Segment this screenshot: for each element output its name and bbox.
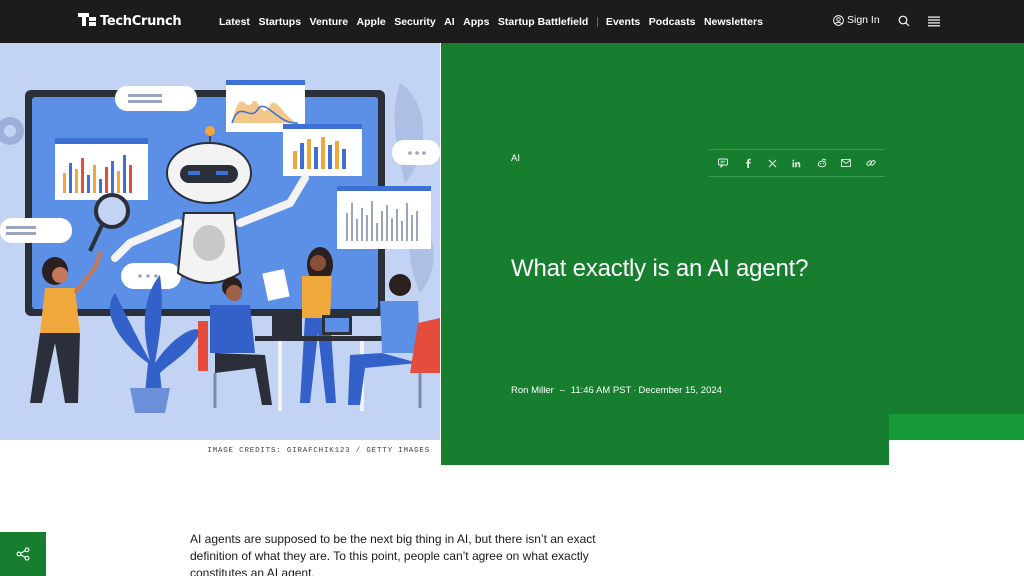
nav-podcasts[interactable]: Podcasts xyxy=(649,16,696,28)
nav-venture[interactable]: Venture xyxy=(310,16,349,28)
menu-icon[interactable] xyxy=(928,16,940,27)
logo-text: TechCrunch xyxy=(100,13,182,29)
nav-security[interactable]: Security xyxy=(394,16,435,28)
nav-latest[interactable]: Latest xyxy=(219,16,250,28)
hero-illustration xyxy=(0,43,440,440)
linkedin-icon[interactable] xyxy=(791,157,803,169)
article-header-panel: AI What exactly is an AI agent? Ron Mill… xyxy=(441,43,889,465)
nav-newsletters[interactable]: Newsletters xyxy=(704,16,763,28)
date-separator: · xyxy=(633,385,637,396)
nav-apps[interactable]: Apps xyxy=(463,16,489,28)
green-accent-strip xyxy=(889,414,1024,440)
floating-share-button[interactable] xyxy=(0,532,46,576)
x-icon[interactable] xyxy=(766,157,778,169)
nav-startups[interactable]: Startups xyxy=(258,16,301,28)
nav-startup-battlefield[interactable]: Startup Battlefield xyxy=(498,16,588,28)
category-tag[interactable]: AI xyxy=(511,153,520,164)
green-panel-extension xyxy=(889,43,1024,414)
facebook-icon[interactable] xyxy=(742,157,754,169)
top-nav: TechCrunch Latest Startups Venture Apple… xyxy=(0,0,1024,43)
image-credits: IMAGE CREDITS: GIRAFCHIK123 / GETTY IMAG… xyxy=(207,447,430,455)
search-icon[interactable] xyxy=(898,15,910,27)
share-toolbar xyxy=(709,149,885,177)
byline-divider xyxy=(559,390,565,391)
user-icon xyxy=(833,14,844,26)
publish-time: 11:46 AM PST xyxy=(570,385,632,396)
article-paragraph-line: definition of what they are. To this poi… xyxy=(190,549,589,563)
sign-in-label: Sign In xyxy=(847,14,880,26)
link-icon[interactable] xyxy=(865,157,877,169)
ai-agent-illustration xyxy=(0,43,440,440)
article-body: AI agents are supposed to be the next bi… xyxy=(190,531,630,576)
techcrunch-logo[interactable]: TechCrunch xyxy=(78,13,182,29)
byline: Ron Miller 11:46 AM PST · December 15, 2… xyxy=(511,385,722,396)
share-icon xyxy=(16,547,30,561)
nav-ai[interactable]: AI xyxy=(444,16,455,28)
article-title: What exactly is an AI agent? xyxy=(511,255,809,282)
nav-divider xyxy=(596,16,598,27)
reddit-icon[interactable] xyxy=(816,157,828,169)
publish-date: December 15, 2024 xyxy=(638,385,722,396)
tc-logo-icon xyxy=(78,13,96,29)
main-menu: Latest Startups Venture Apple Security A… xyxy=(219,0,771,43)
sign-in-button[interactable]: Sign In xyxy=(833,14,880,26)
nav-events[interactable]: Events xyxy=(606,16,640,28)
author-link[interactable]: Ron Miller xyxy=(511,385,554,396)
article-paragraph-line: constitutes an AI agent. xyxy=(190,566,315,576)
article-paragraph-line: AI agents are supposed to be the next bi… xyxy=(190,532,596,546)
email-icon[interactable] xyxy=(840,157,852,169)
comment-icon[interactable] xyxy=(717,157,729,169)
nav-apple[interactable]: Apple xyxy=(357,16,386,28)
